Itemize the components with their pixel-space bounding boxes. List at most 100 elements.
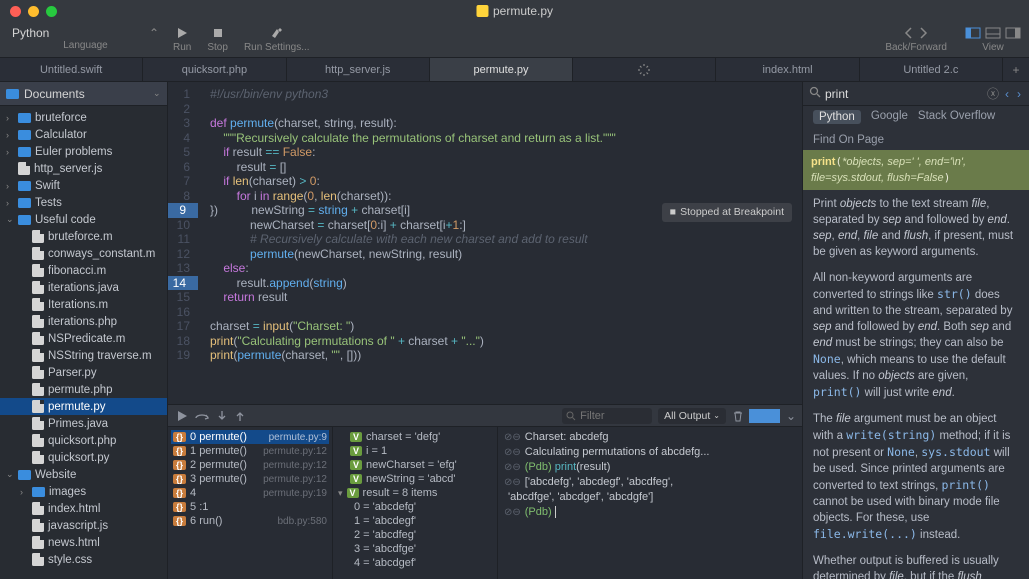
- add-tab-button[interactable]: +: [1003, 58, 1029, 81]
- editor-tab[interactable]: Untitled 2.c: [860, 58, 1003, 81]
- stack-frame[interactable]: {}5 :1: [171, 500, 329, 514]
- stack-frame[interactable]: {}3 permute()permute.py:12: [171, 472, 329, 486]
- file-node[interactable]: Parser.py: [0, 364, 167, 381]
- folder-icon: [6, 89, 19, 99]
- editor-tab[interactable]: index.html: [716, 58, 859, 81]
- doc-tab[interactable]: Stack Overflow: [918, 110, 995, 124]
- step-over-button[interactable]: [194, 410, 210, 422]
- variable-row[interactable]: 0 = 'abcdefg': [336, 500, 494, 514]
- chevron-down-icon[interactable]: ⌄: [786, 409, 796, 423]
- file-node[interactable]: fibonacci.m: [0, 262, 167, 279]
- file-icon: [32, 247, 44, 260]
- file-node[interactable]: news.html: [0, 534, 167, 551]
- stack-frame[interactable]: {}0 permute()permute.py:9: [171, 430, 329, 444]
- variable-row[interactable]: Vi = 1: [336, 444, 494, 458]
- next-icon[interactable]: ›: [1015, 87, 1023, 101]
- file-node[interactable]: iterations.php: [0, 313, 167, 330]
- view-toggle[interactable]: View: [965, 26, 1021, 53]
- file-node[interactable]: NSString traverse.m: [0, 347, 167, 364]
- doc-tab[interactable]: Find On Page: [813, 134, 884, 146]
- folder-node[interactable]: ›images: [0, 483, 167, 500]
- editor-tab[interactable]: [573, 58, 716, 81]
- editor-tab[interactable]: permute.py: [430, 58, 573, 81]
- prev-icon[interactable]: ‹: [1003, 87, 1011, 101]
- file-node[interactable]: conways_constant.m: [0, 245, 167, 262]
- folder-icon: [18, 130, 31, 140]
- file-node[interactable]: Primes.java: [0, 415, 167, 432]
- file-node[interactable]: iterations.java: [0, 279, 167, 296]
- file-node[interactable]: NSPredicate.m: [0, 330, 167, 347]
- folder-node[interactable]: ›Euler problems: [0, 143, 167, 160]
- variable-row[interactable]: 2 = 'abcdfeg': [336, 528, 494, 542]
- folder-icon: [18, 147, 31, 157]
- variable-row[interactable]: 3 = 'abcdfge': [336, 542, 494, 556]
- file-node[interactable]: quicksort.php: [0, 432, 167, 449]
- file-icon: [32, 349, 44, 362]
- folder-node[interactable]: ›bruteforce: [0, 109, 167, 126]
- back-forward[interactable]: Back/Forward: [885, 26, 947, 53]
- folder-node[interactable]: ⌄Useful code: [0, 211, 167, 228]
- file-icon: [32, 502, 44, 515]
- stop-button[interactable]: Stop: [207, 26, 228, 53]
- output-selector[interactable]: All Output⌄: [658, 408, 726, 424]
- folder-node[interactable]: ⌄Website: [0, 466, 167, 483]
- file-node[interactable]: quicksort.py: [0, 449, 167, 466]
- zoom-window[interactable]: [46, 6, 57, 17]
- stack-frame[interactable]: {}1 permute()permute.py:12: [171, 444, 329, 458]
- editor-tab[interactable]: http_server.js: [287, 58, 430, 81]
- file-icon: [32, 536, 44, 549]
- file-node[interactable]: permute.py: [0, 398, 167, 415]
- breakpoint-badge: ■Stopped at Breakpoint: [662, 203, 792, 222]
- file-node[interactable]: bruteforce.m: [0, 228, 167, 245]
- trash-button[interactable]: [732, 410, 744, 422]
- stack-frame[interactable]: {}4permute.py:19: [171, 486, 329, 500]
- file-node[interactable]: style.css: [0, 551, 167, 568]
- run-button[interactable]: Run: [173, 26, 191, 53]
- folder-node[interactable]: ›Swift: [0, 177, 167, 194]
- step-in-button[interactable]: [216, 410, 228, 422]
- editor-tab[interactable]: quicksort.php: [143, 58, 286, 81]
- call-stack[interactable]: {}0 permute()permute.py:9{}1 permute()pe…: [168, 427, 333, 579]
- doc-search-input[interactable]: [825, 87, 983, 101]
- file-node[interactable]: permute.php: [0, 381, 167, 398]
- editor-tab[interactable]: Untitled.swift: [0, 58, 143, 81]
- stack-frame[interactable]: {}6 run()bdb.py:580: [171, 514, 329, 528]
- step-out-button[interactable]: [234, 410, 246, 422]
- file-icon: [32, 366, 44, 379]
- sidebar-root[interactable]: Documents ⌄: [0, 82, 167, 106]
- run-settings-button[interactable]: Run Settings...: [244, 26, 310, 53]
- variables[interactable]: Vcharset = 'defg'Vi = 1VnewCharset = 'ef…: [333, 427, 498, 579]
- folder-icon: [18, 215, 31, 225]
- file-sidebar: Documents ⌄ ›bruteforce›Calculator›Euler…: [0, 82, 168, 579]
- variable-row[interactable]: 4 = 'abcdgef': [336, 556, 494, 570]
- code-editor[interactable]: 12345678910111213141516171819 #!/usr/bin…: [168, 82, 802, 404]
- doc-tab[interactable]: Python: [813, 110, 861, 124]
- continue-button[interactable]: [174, 410, 188, 422]
- close-window[interactable]: [10, 6, 21, 17]
- editor-tabs: Untitled.swiftquicksort.phphttp_server.j…: [0, 58, 1029, 82]
- variable-row[interactable]: Vcharset = 'defg': [336, 430, 494, 444]
- doc-tab[interactable]: Google: [871, 110, 908, 124]
- variable-row[interactable]: VnewCharset = 'efg': [336, 458, 494, 472]
- variable-row[interactable]: VnewString = 'abcd': [336, 472, 494, 486]
- file-node[interactable]: Iterations.m: [0, 296, 167, 313]
- folder-node[interactable]: ›Tests: [0, 194, 167, 211]
- file-node[interactable]: javascript.js: [0, 517, 167, 534]
- variable-row[interactable]: 1 = 'abcdegf': [336, 514, 494, 528]
- doc-body: Print objects to the text stream file, s…: [803, 190, 1029, 579]
- folder-icon: [18, 470, 31, 480]
- clear-icon[interactable]: ⓧ: [987, 85, 999, 102]
- file-icon: [32, 519, 44, 532]
- console-output[interactable]: ⊘⊖Charset: abcdefg⊘⊖Calculating permutat…: [498, 427, 802, 579]
- file-icon: [32, 553, 44, 566]
- folder-node[interactable]: ›Calculator: [0, 126, 167, 143]
- panel-split[interactable]: [750, 409, 780, 423]
- chevron-down-icon: ⌄: [153, 88, 161, 99]
- file-node[interactable]: index.html: [0, 500, 167, 517]
- file-node[interactable]: http_server.js: [0, 160, 167, 177]
- stack-frame[interactable]: {}2 permute()permute.py:12: [171, 458, 329, 472]
- variable-row[interactable]: ▾Vresult = 8 items: [336, 486, 494, 500]
- doc-panel: ⓧ ‹ › Python Google Stack Overflow Find On …: [802, 82, 1029, 579]
- language-selector[interactable]: Python⌃ Language: [8, 26, 163, 51]
- minimize-window[interactable]: [28, 6, 39, 17]
